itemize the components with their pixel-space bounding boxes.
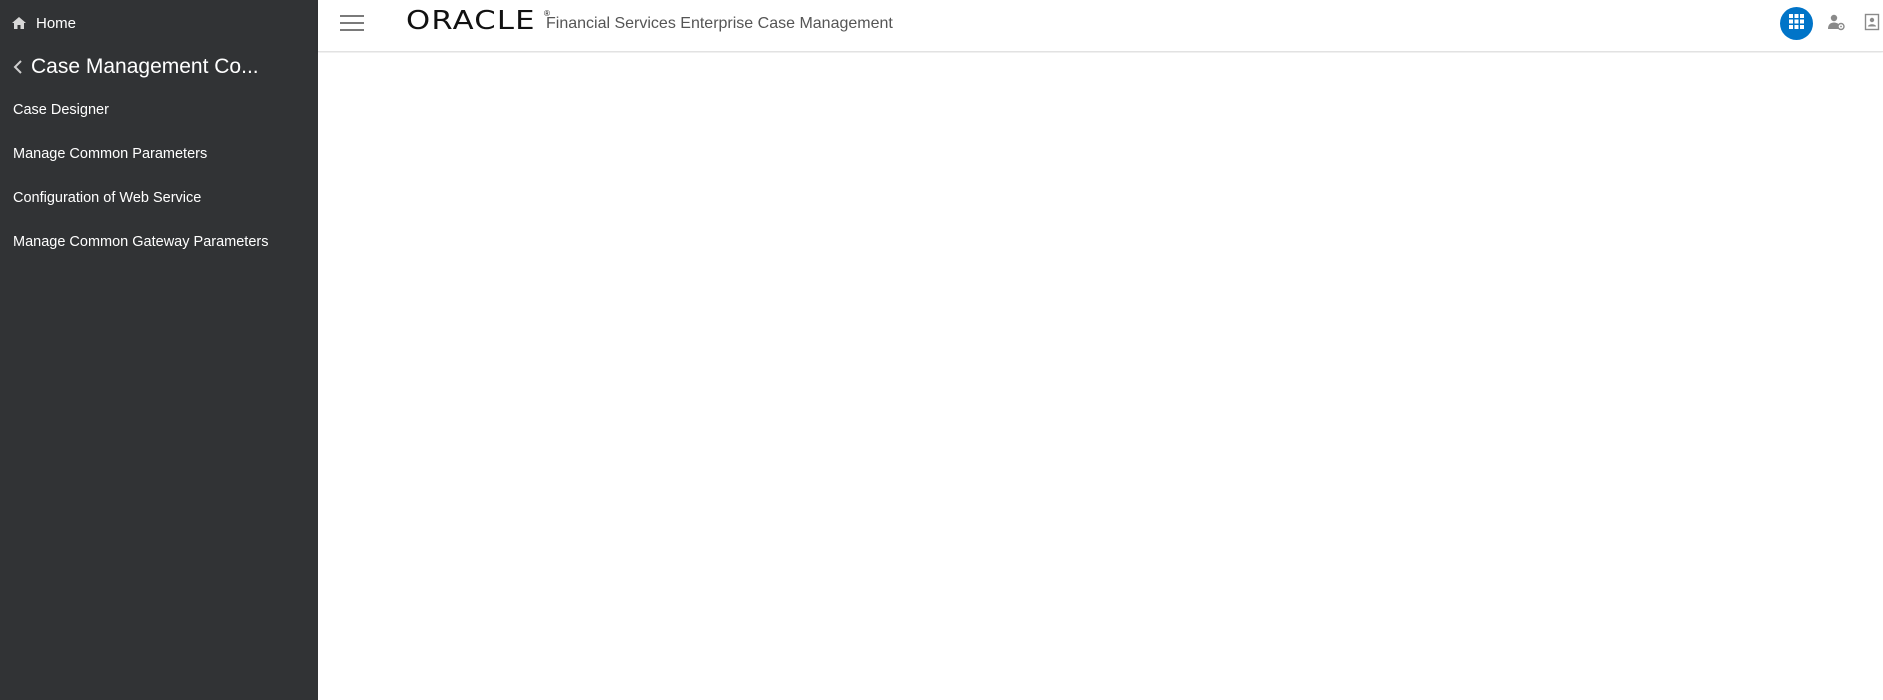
- sidebar-menu: Case Designer Manage Common Parameters C…: [0, 96, 318, 272]
- sidebar-item-case-designer[interactable]: Case Designer: [0, 96, 318, 140]
- hamburger-menu-icon[interactable]: [340, 12, 366, 32]
- profile-card-button[interactable]: [1861, 12, 1883, 36]
- top-header: ORACLE ® Financial Services Enterprise C…: [318, 0, 1883, 52]
- home-label: Home: [36, 14, 77, 32]
- sidebar: Home Case Management Co... Case Designer…: [0, 0, 318, 700]
- section-title: Case Management Co...: [31, 55, 259, 78]
- user-settings-button[interactable]: [1824, 12, 1848, 36]
- home-icon: [11, 16, 27, 30]
- apps-grid-icon: [1789, 13, 1804, 34]
- user-settings-icon: [1827, 13, 1845, 36]
- home-link[interactable]: Home: [11, 13, 76, 33]
- profile-card-icon: [1864, 13, 1880, 36]
- main-content: [318, 53, 1883, 700]
- sidebar-item-manage-common-parameters[interactable]: Manage Common Parameters: [0, 140, 318, 184]
- sidebar-item-configuration-of-web-service[interactable]: Configuration of Web Service: [0, 184, 318, 228]
- logo-text: ORACLE: [406, 6, 536, 36]
- section-back-button[interactable]: Case Management Co...: [12, 53, 259, 81]
- oracle-logo: ORACLE ®: [406, 8, 550, 34]
- sidebar-item-manage-common-gateway-parameters[interactable]: Manage Common Gateway Parameters: [0, 228, 318, 272]
- app-title: Financial Services Enterprise Case Manag…: [546, 15, 893, 32]
- apps-grid-button[interactable]: [1780, 7, 1813, 40]
- chevron-left-icon: [12, 58, 24, 76]
